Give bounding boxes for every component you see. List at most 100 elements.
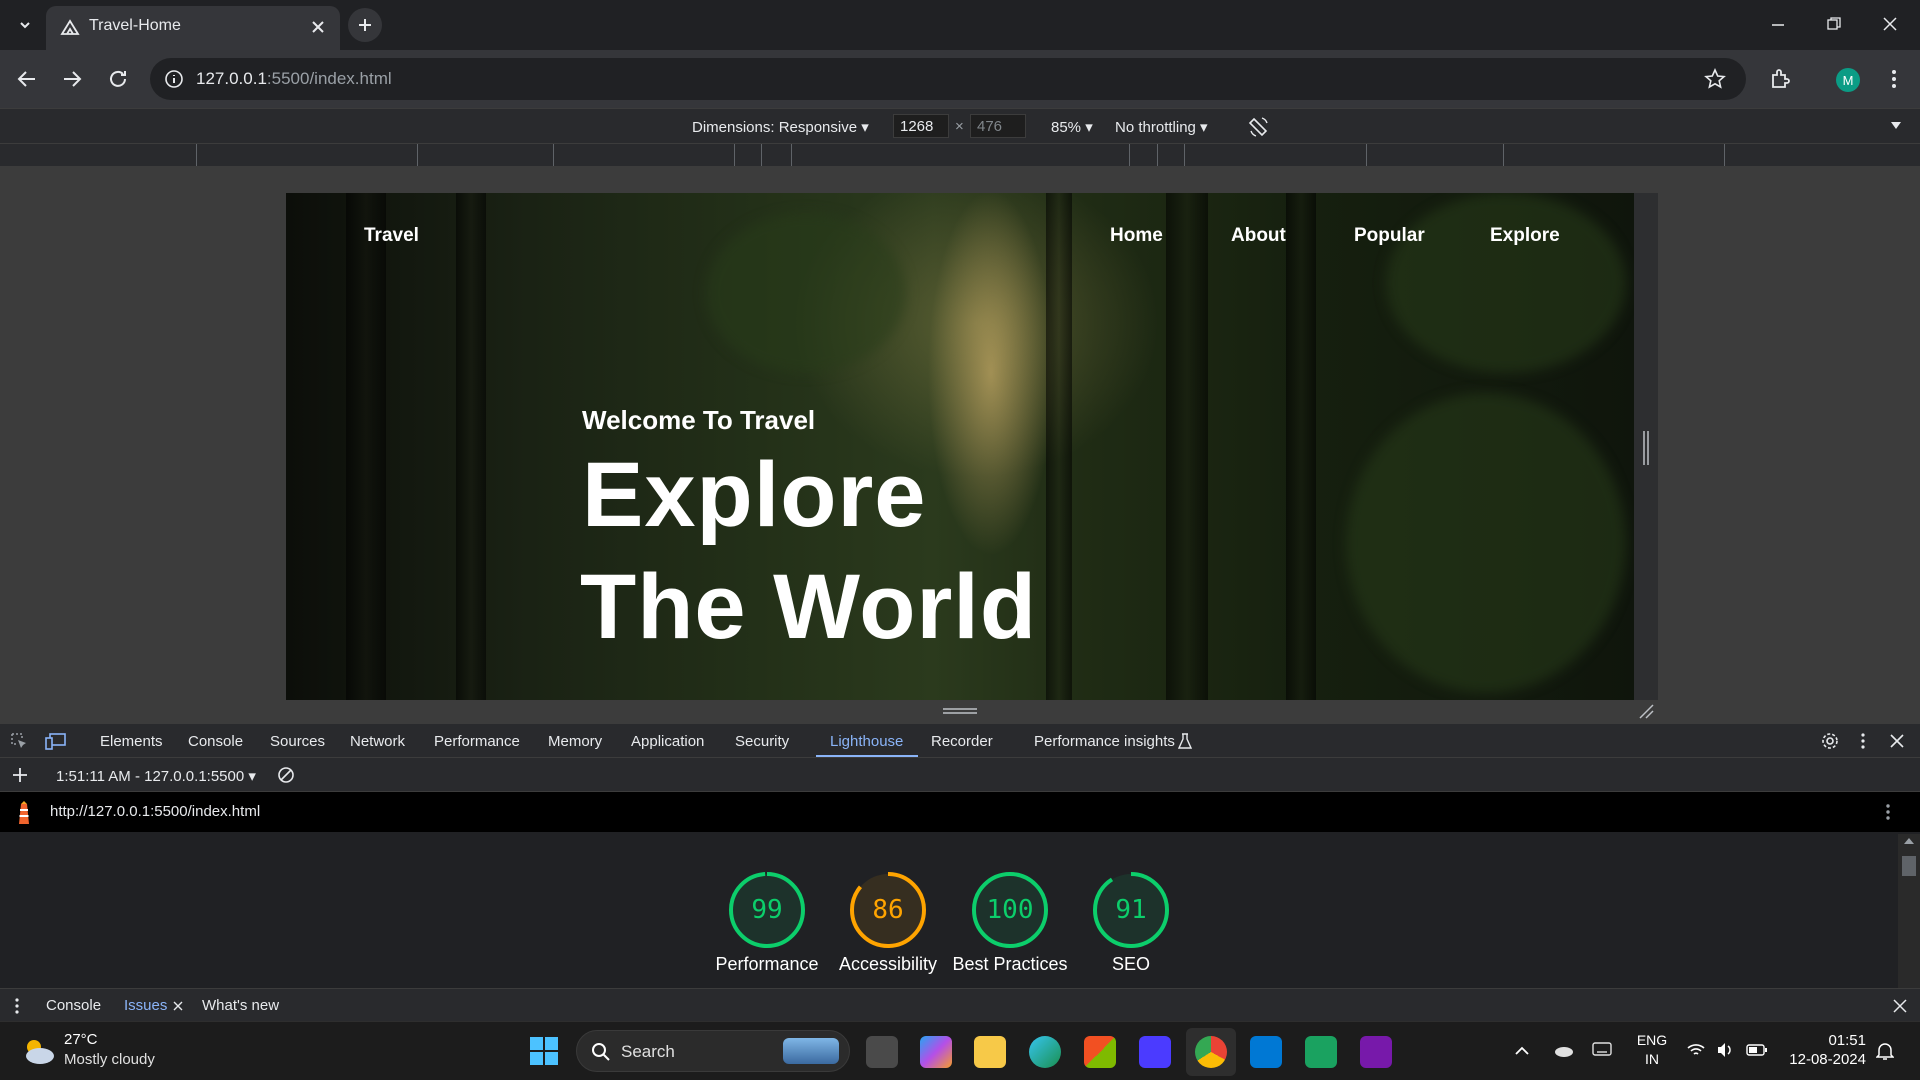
- tab-search-chevron-icon[interactable]: [8, 8, 42, 42]
- forward-arrow-icon[interactable]: [61, 68, 83, 90]
- right-resize-handle-icon[interactable]: [1642, 431, 1650, 465]
- devtools-tab-bar: Elements Console Sources Network Perform…: [0, 724, 1920, 758]
- device-toggle-icon[interactable]: [45, 732, 67, 750]
- language-line-2[interactable]: IN: [1636, 1051, 1668, 1067]
- weather-desc: Mostly cloudy: [64, 1051, 155, 1068]
- profile-avatar[interactable]: M: [1836, 68, 1860, 92]
- rotate-icon[interactable]: [1248, 116, 1270, 138]
- devtools-tab-sources[interactable]: Sources: [270, 733, 325, 750]
- file-explorer-icon[interactable]: [974, 1036, 1006, 1068]
- flask-icon: [1178, 733, 1192, 749]
- devtools-tab-elements[interactable]: Elements: [100, 733, 163, 750]
- tab-close-icon[interactable]: [308, 17, 328, 37]
- microsoft-store-icon[interactable]: [1084, 1036, 1116, 1068]
- devtools-menu-icon[interactable]: [1857, 732, 1869, 750]
- height-input[interactable]: 476: [970, 114, 1026, 138]
- lighthouse-session-bar: 1:51:11 AM - 127.0.0.1:5500 ▾: [0, 758, 1920, 792]
- search-highlight-illustration-icon: [783, 1038, 839, 1064]
- keyboard-icon[interactable]: [1592, 1042, 1612, 1056]
- code-editor-icon[interactable]: [1139, 1036, 1171, 1068]
- onedrive-cloud-icon[interactable]: [1552, 1042, 1574, 1058]
- dimensions-dropdown[interactable]: Dimensions: Responsive ▾: [692, 118, 869, 136]
- nav-explore[interactable]: Explore: [1490, 225, 1560, 247]
- extensions-puzzle-icon[interactable]: [1769, 67, 1793, 91]
- active-tab-underline: [816, 755, 918, 757]
- address-url[interactable]: 127.0.0.1:5500/index.html: [196, 69, 392, 89]
- new-report-plus-icon[interactable]: [12, 767, 28, 783]
- task-view-icon[interactable]: [866, 1036, 898, 1068]
- devtools-close-icon[interactable]: [1889, 733, 1905, 749]
- site-info-icon[interactable]: [164, 69, 184, 89]
- nav-about[interactable]: About: [1231, 225, 1286, 247]
- devtools-tab-application[interactable]: Application: [631, 733, 704, 750]
- bookmark-star-icon[interactable]: [1704, 68, 1726, 90]
- report-selector[interactable]: 1:51:11 AM - 127.0.0.1:5500 ▾: [56, 767, 256, 785]
- taskbar-search[interactable]: Search: [576, 1030, 850, 1072]
- notification-bell-icon[interactable]: [1876, 1041, 1894, 1061]
- throttling-dropdown[interactable]: No throttling ▾: [1115, 118, 1208, 136]
- chrome-icon[interactable]: [1195, 1036, 1227, 1068]
- drawer-menu-icon[interactable]: [14, 997, 20, 1015]
- vscode-icon[interactable]: [1250, 1036, 1282, 1068]
- corner-resize-handle-icon[interactable]: [1638, 703, 1654, 719]
- bottom-resize-handle-icon[interactable]: [943, 707, 977, 715]
- lighthouse-report-url-bar: http://127.0.0.1:5500/index.html: [0, 792, 1920, 832]
- weather-temp: 27°C: [64, 1031, 98, 1048]
- zoom-dropdown[interactable]: 85% ▾: [1051, 118, 1093, 136]
- browser-toolbar: 127.0.0.1:5500/index.html M: [0, 50, 1920, 108]
- volume-icon[interactable]: [1716, 1041, 1734, 1059]
- clear-reports-icon[interactable]: [277, 766, 295, 784]
- site-brand[interactable]: Travel: [364, 225, 419, 247]
- clock-time[interactable]: 01:51: [1822, 1032, 1866, 1049]
- drawer-tab-console[interactable]: Console: [46, 997, 101, 1014]
- score-label-accessibility: Accessibility: [838, 954, 938, 974]
- reload-icon[interactable]: [107, 68, 129, 90]
- devtools-tab-console[interactable]: Console: [188, 733, 243, 750]
- browser-tab[interactable]: Travel-Home: [46, 6, 340, 50]
- battery-icon[interactable]: [1746, 1043, 1768, 1057]
- travel-hero-section: Travel Home About Popular Explore Welcom…: [286, 193, 1634, 700]
- drawer-tab-whats-new[interactable]: What's new: [202, 997, 279, 1014]
- hero-kicker: Welcome To Travel: [582, 405, 816, 435]
- windows-start-icon[interactable]: [529, 1036, 559, 1066]
- clock-date[interactable]: 12-08-2024: [1786, 1051, 1866, 1068]
- settings-gear-icon[interactable]: [1821, 732, 1839, 750]
- minimize-icon[interactable]: [1770, 18, 1786, 32]
- edge-browser-icon[interactable]: [1029, 1036, 1061, 1068]
- device-options-chevron-icon[interactable]: [1890, 121, 1902, 131]
- drawer-close-icon[interactable]: [1893, 999, 1907, 1013]
- wifi-icon[interactable]: [1686, 1041, 1706, 1059]
- score-value-seo: 91: [1115, 895, 1147, 925]
- drawer-tab-close-icon[interactable]: [173, 1001, 183, 1011]
- search-label: Search: [621, 1042, 675, 1061]
- onenote-icon[interactable]: [1360, 1036, 1392, 1068]
- restore-icon[interactable]: [1826, 16, 1842, 32]
- throttling-value: No throttling: [1115, 119, 1196, 136]
- search-icon: [592, 1043, 610, 1061]
- inspect-element-icon[interactable]: [10, 732, 28, 750]
- lighthouse-report-url[interactable]: http://127.0.0.1:5500/index.html: [50, 803, 260, 820]
- window-close-icon[interactable]: [1882, 16, 1898, 32]
- drawer-tab-issues[interactable]: Issues: [124, 997, 167, 1014]
- devtools-tab-network[interactable]: Network: [350, 733, 405, 750]
- nav-popular[interactable]: Popular: [1354, 225, 1425, 247]
- devtools-tab-lighthouse[interactable]: Lighthouse: [830, 733, 903, 750]
- devtools-tab-memory[interactable]: Memory: [548, 733, 602, 750]
- dimension-times: ×: [955, 118, 964, 135]
- new-tab-button[interactable]: [348, 8, 382, 42]
- calendar-app-icon[interactable]: [1305, 1036, 1337, 1068]
- browser-menu-icon[interactable]: [1884, 68, 1904, 90]
- copilot-icon[interactable]: [920, 1036, 952, 1068]
- address-bar[interactable]: 127.0.0.1:5500/index.html: [150, 58, 1746, 100]
- report-menu-icon[interactable]: [1882, 802, 1894, 822]
- tray-overflow-chevron-icon[interactable]: [1514, 1044, 1530, 1056]
- devtools-tab-performance[interactable]: Performance: [434, 733, 520, 750]
- devtools-tab-performance-insights[interactable]: Performance insights: [1034, 733, 1175, 750]
- back-arrow-icon[interactable]: [16, 68, 38, 90]
- width-input[interactable]: 1268: [893, 114, 949, 138]
- language-line-1[interactable]: ENG: [1636, 1032, 1668, 1048]
- devtools-tab-recorder[interactable]: Recorder: [931, 733, 993, 750]
- lighthouse-logo-icon: [19, 801, 29, 824]
- nav-home[interactable]: Home: [1110, 225, 1163, 247]
- devtools-tab-security[interactable]: Security: [735, 733, 789, 750]
